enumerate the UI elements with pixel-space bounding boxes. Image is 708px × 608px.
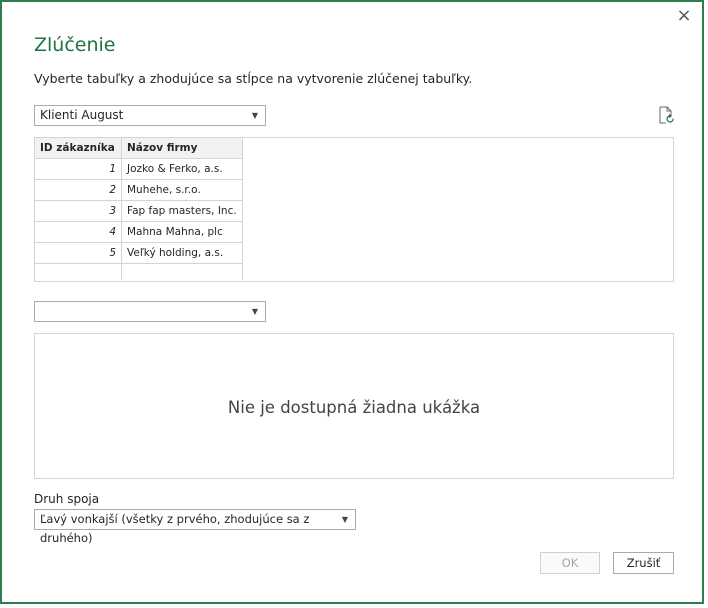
cell-company-name: Jozko & Ferko, a.s. [121,158,243,180]
table-row: 5 Veľký holding, a.s. [35,242,243,264]
table-row: 1 Jozko & Ferko, a.s. [35,158,243,180]
first-table-select[interactable]: Klienti August ▼ [34,105,266,126]
cell-empty [121,263,243,280]
join-kind-label: Druh spoja [34,492,100,506]
cell-customer-id: 1 [35,158,122,180]
cell-empty [35,263,122,280]
cell-customer-id: 5 [35,242,122,264]
first-table-grid: ID zákazníka Názov firmy 1 Jozko & Ferko… [35,138,243,280]
chevron-down-icon: ▼ [251,111,258,120]
table-row: 4 Mahna Mahna, plc [35,221,243,243]
cell-company-name: Mahna Mahna, plc [121,221,243,243]
cell-customer-id: 3 [35,200,122,222]
table-row-empty [35,263,243,280]
chevron-down-icon: ▼ [341,515,348,524]
cell-customer-id: 2 [35,179,122,201]
close-icon[interactable]: × [674,6,694,26]
dialog-title: Zlúčenie [34,34,116,56]
table-row: 3 Fap fap masters, Inc. [35,200,243,222]
cell-customer-id: 4 [35,221,122,243]
second-table-select[interactable]: ▼ [34,301,266,322]
join-kind-select[interactable]: Ľavý vonkajší (všetky z prvého, zhodujúc… [34,509,356,545]
merge-dialog: × Zlúčenie Vyberte tabuľky a zhodujúce s… [0,0,704,604]
first-table-preview: ID zákazníka Názov firmy 1 Jozko & Ferko… [34,137,674,282]
table-row: 2 Muhehe, s.r.o. [35,179,243,201]
cell-company-name: Fap fap masters, Inc. [121,200,243,222]
column-header-company-name[interactable]: Názov firmy [121,138,243,159]
first-table-select-value: Klienti August [40,108,124,122]
column-header-customer-id[interactable]: ID zákazníka [35,138,122,159]
dialog-subtitle: Vyberte tabuľky a zhodujúce sa stĺpce na… [34,71,473,86]
cell-company-name: Veľký holding, a.s. [121,242,243,264]
ok-button[interactable]: OK [540,552,600,574]
join-kind-select-value: Ľavý vonkajší (všetky z prvého, zhodujúc… [40,512,310,545]
second-table-preview: Nie je dostupná žiadna ukážka [34,333,674,479]
cell-company-name: Muhehe, s.r.o. [121,179,243,201]
cancel-button[interactable]: Zrušiť [613,552,674,574]
chevron-down-icon: ▼ [251,307,258,316]
no-preview-message: Nie je dostupná žiadna ukážka [227,398,481,417]
refresh-preview-icon[interactable] [658,106,674,124]
